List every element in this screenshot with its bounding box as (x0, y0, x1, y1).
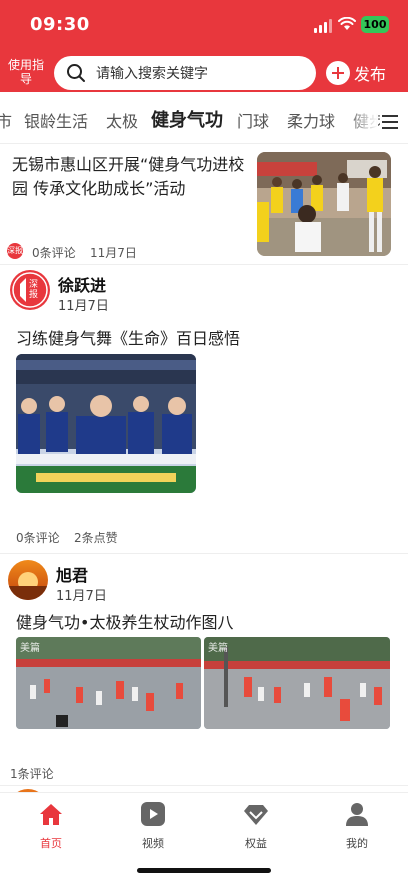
nav-label: 权益 (245, 837, 267, 850)
tab-item[interactable]: 门球 (237, 108, 269, 132)
article-date: 11月7日 (90, 246, 137, 260)
nav-label: 视频 (142, 837, 164, 850)
avatar[interactable] (8, 560, 48, 600)
nav-home[interactable]: 首页 (21, 801, 81, 851)
diamond-icon (244, 805, 268, 825)
wifi-icon (338, 17, 356, 30)
nav-profile[interactable]: 我的 (327, 801, 387, 851)
search-icon (67, 64, 85, 82)
publish-button[interactable]: 发布 (326, 58, 386, 88)
app-screen: 09:30 100 使用指导 请输入搜索关键字 发布 市 银龄生活 太极 健身气… (0, 0, 408, 883)
post-image[interactable]: 美篇 (16, 637, 201, 729)
comment-count: 0条评论 (16, 531, 60, 545)
status-time: 09:30 (30, 14, 90, 35)
divider (0, 553, 408, 554)
plus-icon (326, 61, 350, 85)
avatar[interactable]: 深报 (10, 270, 50, 310)
publish-label: 发布 (354, 65, 387, 84)
author-name[interactable]: 旭君 (56, 562, 88, 586)
tab-item[interactable]: 市 (0, 108, 12, 132)
divider (0, 785, 408, 786)
nav-label: 我的 (346, 837, 368, 850)
article-title[interactable]: 无锡市惠山区开展“健身气功进校园 传承文化助成长”活动 (12, 153, 246, 201)
divider (0, 143, 408, 144)
menu-icon[interactable] (380, 114, 400, 130)
nav-video[interactable]: 视频 (123, 801, 183, 851)
article-image[interactable] (257, 152, 391, 256)
nav-label: 首页 (40, 837, 62, 850)
post-date: 11月7日 (58, 299, 109, 314)
like-count: 2条点赞 (74, 531, 118, 545)
tab-item[interactable]: 太极 (106, 108, 138, 132)
post-image[interactable]: 美篇 (204, 637, 390, 729)
status-bar: 09:30 100 (0, 0, 408, 48)
home-indicator[interactable] (137, 868, 271, 873)
comment-count: 1条评论 (10, 767, 54, 781)
avatar-text: 深报 (29, 280, 39, 300)
guide-button[interactable]: 使用指导 (8, 58, 44, 86)
signal-icon (314, 19, 334, 33)
battery-icon: 100 (361, 16, 389, 33)
home-icon (40, 804, 62, 825)
tab-item[interactable]: 银龄生活 (24, 108, 88, 132)
user-icon (346, 803, 368, 826)
divider (0, 264, 408, 265)
comment-count: 0条评论 (32, 246, 76, 260)
video-icon (141, 802, 165, 826)
tab-active[interactable]: 健身气功 (151, 106, 223, 132)
post-title[interactable]: 健身气功•太极养生杖动作图八 (16, 609, 233, 633)
image-source-tag: 美篇 (20, 643, 40, 654)
tab-item[interactable]: 柔力球 (287, 108, 335, 132)
search-input[interactable]: 请输入搜索关键字 (54, 56, 316, 90)
image-source-tag: 美篇 (208, 643, 228, 654)
author-name[interactable]: 徐跃进 (58, 272, 106, 296)
search-placeholder: 请输入搜索关键字 (96, 66, 208, 82)
header: 09:30 100 使用指导 请输入搜索关键字 发布 (0, 0, 408, 92)
post-date: 11月7日 (56, 589, 107, 604)
source-badge: 深报 (7, 243, 23, 259)
post-image[interactable] (16, 354, 196, 493)
tab-fade (346, 96, 378, 142)
nav-benefits[interactable]: 权益 (226, 801, 286, 851)
post-title[interactable]: 习练健身气舞《生命》百日感悟 (16, 325, 240, 349)
